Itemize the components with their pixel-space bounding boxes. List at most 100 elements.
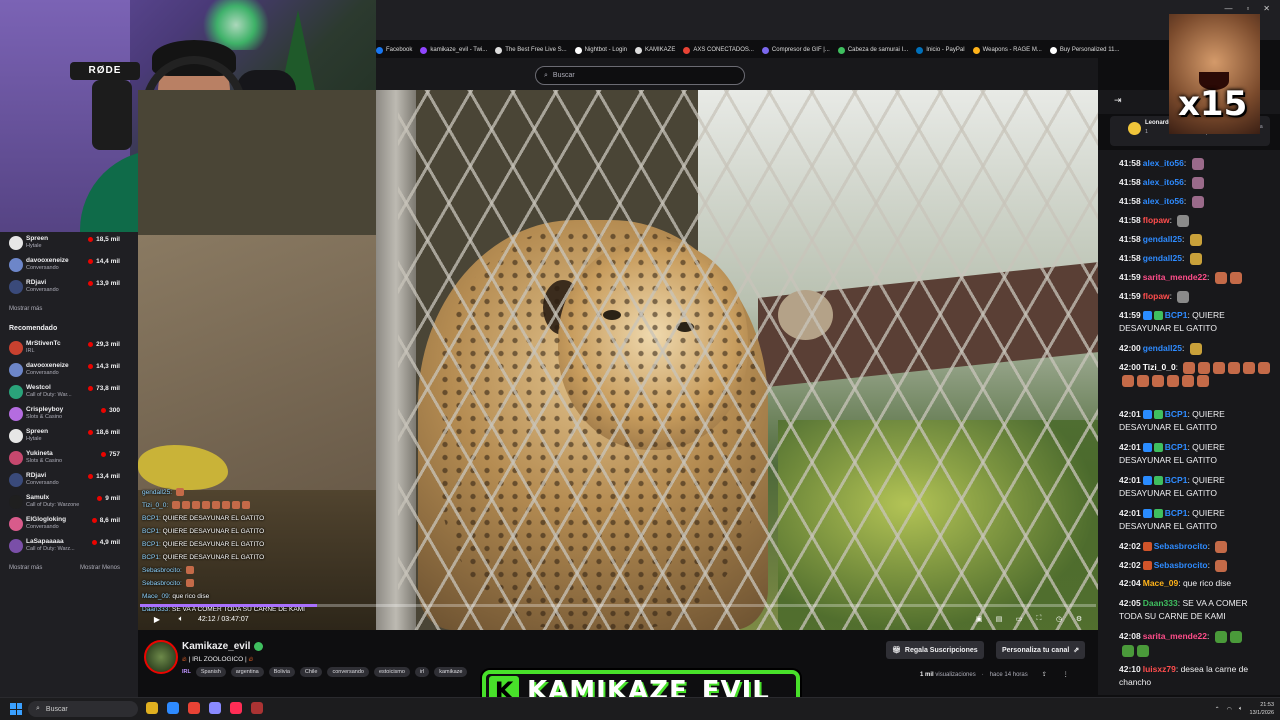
sidebar-channel-name: Yukineta [26, 450, 53, 457]
wifi-icon[interactable]: ◠ [1227, 706, 1232, 713]
sidebar-item-davooxeneize[interactable]: davooxeneize Conversando 14,4 mil [0, 254, 138, 276]
bookmark-item[interactable]: The Best Free Live S... [495, 46, 567, 54]
channel-avatar[interactable] [144, 640, 178, 674]
chat-username[interactable]: alex_ito56 [1143, 177, 1184, 187]
chat-username[interactable]: Daan333 [1143, 598, 1178, 608]
tag-pill[interactable]: kamikaze [434, 667, 468, 677]
collapse-chat-icon[interactable]: ⇥ [1114, 95, 1122, 106]
chat-username[interactable]: Mace_09 [1143, 578, 1178, 588]
chat-username[interactable]: gendall25 [1143, 234, 1182, 244]
more-options-icon[interactable]: ⋮ [1063, 671, 1069, 678]
chat-username[interactable]: gendall25 [1143, 253, 1182, 263]
chat-username[interactable]: BCP1 [1165, 475, 1188, 485]
theatre-mode-icon[interactable]: ▭ [1012, 612, 1026, 626]
discord-icon[interactable] [209, 702, 221, 714]
tiktok-icon[interactable] [230, 702, 242, 714]
tag-pill[interactable]: Bolivia [268, 667, 295, 677]
chat-username[interactable]: Sebasbrocito [1154, 541, 1208, 551]
sidebar-item-rdjavi[interactable]: RDjavi Conversando 13,9 mil [0, 276, 138, 298]
clock[interactable]: 21:53 13/1/2026 [1250, 701, 1274, 717]
search-icon: ⌕ [544, 71, 548, 79]
bookmark-item[interactable]: Buy Personalized 11... [1049, 46, 1119, 54]
windows-start-icon[interactable] [10, 703, 22, 715]
tag-pill[interactable]: argentina [230, 667, 264, 677]
sidebar-item-davooxeneize[interactable]: davooxeneize Conversando 14,3 mil [0, 359, 138, 381]
gift-subs-button[interactable]: 🎁︎ Regala Suscripciones [886, 641, 984, 659]
chat-username[interactable]: Tizi_0_0 [1143, 362, 1176, 372]
search-input[interactable]: ⌕ Buscar [535, 66, 745, 85]
show-less-link[interactable]: Mostrar Menos [80, 565, 120, 571]
tag-pill[interactable]: Chile [299, 667, 323, 677]
sidebar-item-westcol[interactable]: Westcol Call of Duty: War... 73,8 mil [0, 381, 138, 403]
chat-username[interactable]: Sebasbrocito [1154, 560, 1208, 570]
chat-username[interactable]: luisxz79 [1143, 664, 1176, 674]
bookmark-item[interactable]: kamikaze_evil - Twi... [420, 46, 487, 54]
maximize-icon[interactable]: ▫ [1246, 4, 1249, 13]
chevron-up-icon[interactable]: ⌃ [1215, 706, 1220, 713]
bookmark-item[interactable]: Compresor de GIF |... [761, 46, 830, 54]
bookmark-item[interactable]: Inicio - PayPal [916, 46, 965, 54]
channel-name[interactable]: Kamikaze_evil [182, 641, 250, 652]
taskbar-search[interactable]: ⌕ Buscar [28, 701, 138, 717]
share-icon[interactable]: ⇪ [1042, 671, 1047, 678]
app-icon[interactable] [251, 702, 263, 714]
sidebar-channel-name: davooxeneize [26, 362, 69, 369]
category-link[interactable]: IRL [182, 669, 191, 675]
sidebar-item-yukineta[interactable]: Yukineta Slots & Casino 757 [0, 447, 138, 469]
bookmark-item[interactable]: Facebook [376, 46, 412, 54]
show-more-link[interactable]: Mostrar más [9, 565, 42, 571]
emote-icon [1189, 252, 1202, 265]
settings-gear-icon[interactable]: ⚙ [1072, 612, 1086, 626]
bookmark-item[interactable]: Weapons - RAGE M... [972, 46, 1042, 54]
minimize-icon[interactable]: — [1224, 4, 1232, 13]
show-more-link[interactable]: Mostrar más [0, 298, 138, 320]
chat-username[interactable]: BCP1 [1165, 442, 1188, 452]
tag-pill[interactable]: irl [414, 667, 430, 677]
chat-username[interactable]: BCP1 [1165, 310, 1188, 320]
speed-icon[interactable]: ◷ [1052, 612, 1066, 626]
chat-username[interactable]: flopaw [1143, 291, 1170, 301]
sidebar-item-spreen[interactable]: Spreen Hytale 18,5 mil [0, 232, 138, 254]
bookmark-item[interactable]: AXS CONECTADOS... [683, 46, 754, 54]
chat-username[interactable]: BCP1 [1165, 409, 1188, 419]
live-indicator-icon [88, 386, 94, 391]
customize-channel-button[interactable]: Personaliza tu canal ⇗ [996, 641, 1086, 659]
chat-username[interactable]: flopaw [1143, 215, 1170, 225]
tag-pill[interactable]: conversando [327, 667, 369, 677]
clip-icon[interactable]: ▣ [972, 612, 986, 626]
chat-username[interactable]: alex_ito56 [1143, 196, 1184, 206]
file-explorer-icon[interactable] [146, 702, 158, 714]
sidebar-item-spreen[interactable]: Spreen Hytale 18,6 mil [0, 425, 138, 447]
volume-icon[interactable]: 🔈︎ [174, 612, 188, 626]
sidebar-item-mrstiventc[interactable]: MrStivenTc IRL 29,3 mil [0, 337, 138, 359]
sidebar-item-lasapaaaaa[interactable]: LaSapaaaaa Call of Duty: Warz... 4,9 mil [0, 535, 138, 557]
chat-timestamp: 42:01 [1119, 475, 1141, 485]
browser-icon[interactable] [188, 702, 200, 714]
chat-username[interactable]: sarita_mende22 [1143, 272, 1207, 282]
bookmark-item[interactable]: Cabeza de samurai I... [837, 46, 908, 54]
sidebar-item-elglogloking[interactable]: ElGlogloking Conversando 8,6 mil [0, 513, 138, 535]
sidebar-item-crispleyboy[interactable]: Crispleyboy Slots & Casino 300 [0, 403, 138, 425]
tag-pill[interactable]: Spanish [195, 667, 226, 677]
bookmark-label: Compresor de GIF |... [771, 47, 830, 53]
chat-username[interactable]: sarita_mende22 [1143, 631, 1207, 641]
bookmark-favicon-icon [683, 46, 691, 54]
bookmark-item[interactable]: KAMIKAZE [635, 46, 675, 54]
video-progress-bar[interactable] [140, 604, 1096, 607]
bookmark-item[interactable]: Nightbot - Login [574, 46, 627, 54]
close-icon[interactable]: ✕ [1263, 4, 1270, 13]
microphone [92, 80, 132, 150]
miniplayer-icon[interactable]: ▤ [992, 612, 1006, 626]
sidebar-item-rdjavi[interactable]: RDjavi Conversando 13,4 mil [0, 469, 138, 491]
chat-username[interactable]: alex_ito56 [1143, 158, 1184, 168]
chat-username[interactable]: gendall25 [1143, 343, 1182, 353]
chat-username[interactable]: BCP1 [1165, 508, 1188, 518]
time-current: 42:12 [198, 615, 216, 623]
fullscreen-icon[interactable]: ⛶ [1032, 612, 1046, 626]
chrome-icon[interactable] [167, 702, 179, 714]
sidebar-item-samulx[interactable]: Samulx Call of Duty: Warzone 9 mil [0, 491, 138, 513]
tag-pill[interactable]: estoicismo [373, 667, 410, 677]
play-icon[interactable]: ▶ [150, 612, 164, 626]
sidebar-channel-category: Hytale [26, 243, 42, 249]
volume-icon[interactable]: 🔈︎ [1239, 706, 1243, 713]
